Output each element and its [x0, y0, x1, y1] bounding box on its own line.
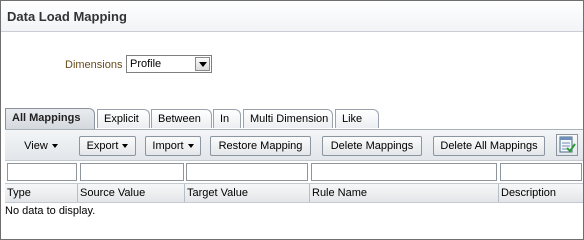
- column-header-description[interactable]: Description: [499, 184, 583, 202]
- view-menu-button[interactable]: View: [11, 136, 71, 156]
- column-header-type[interactable]: Type: [5, 184, 78, 202]
- column-header-source-value[interactable]: Source Value: [78, 184, 185, 202]
- tab-between[interactable]: Between: [151, 109, 212, 128]
- filter-row: [5, 161, 583, 183]
- import-menu-button[interactable]: Import: [145, 136, 201, 156]
- checklist-icon[interactable]: [556, 134, 578, 156]
- empty-table-message: No data to display.: [5, 205, 96, 217]
- import-label: Import: [152, 140, 184, 152]
- delete-mappings-button[interactable]: Delete Mappings: [322, 136, 422, 156]
- tab-explicit[interactable]: Explicit: [97, 109, 150, 128]
- tab-like[interactable]: Like: [335, 109, 379, 128]
- chevron-down-icon: [187, 144, 194, 148]
- mapping-tabs: All Mappings Explicit Between In Multi D…: [5, 108, 581, 129]
- title-bar: Data Load Mapping: [1, 1, 583, 32]
- table-header: Type Source Value Target Value Rule Name…: [5, 183, 583, 203]
- tab-multi-dimension[interactable]: Multi Dimension: [243, 109, 333, 128]
- tab-all-mappings[interactable]: All Mappings: [5, 108, 95, 129]
- tab-in[interactable]: In: [213, 109, 241, 128]
- export-menu-button[interactable]: Export: [79, 136, 136, 156]
- dimensions-label: Dimensions: [65, 59, 123, 71]
- dimensions-selected-value: Profile: [130, 58, 162, 70]
- export-label: Export: [86, 140, 119, 152]
- chevron-down-icon[interactable]: [195, 57, 210, 71]
- data-load-mapping-panel: Data Load Mapping Dimensions Profile All…: [0, 0, 584, 240]
- source-value-filter-input[interactable]: [80, 163, 184, 181]
- target-value-filter-input[interactable]: [186, 163, 308, 181]
- chevron-down-icon: [122, 144, 129, 148]
- page-title: Data Load Mapping: [7, 9, 127, 24]
- column-header-target-value[interactable]: Target Value: [185, 184, 310, 202]
- column-header-rule-name[interactable]: Rule Name: [310, 184, 499, 202]
- type-filter-input[interactable]: [7, 163, 77, 181]
- view-label: View: [24, 140, 48, 152]
- mapping-toolbar: View Export Import Restore Mapping Delet…: [5, 129, 583, 161]
- delete-all-mappings-button[interactable]: Delete All Mappings: [433, 136, 545, 156]
- dimensions-select[interactable]: Profile: [126, 55, 212, 73]
- restore-mapping-button[interactable]: Restore Mapping: [210, 136, 311, 156]
- chevron-down-icon: [51, 144, 58, 148]
- rule-name-filter-input[interactable]: [311, 163, 497, 181]
- description-filter-input[interactable]: [500, 163, 582, 181]
